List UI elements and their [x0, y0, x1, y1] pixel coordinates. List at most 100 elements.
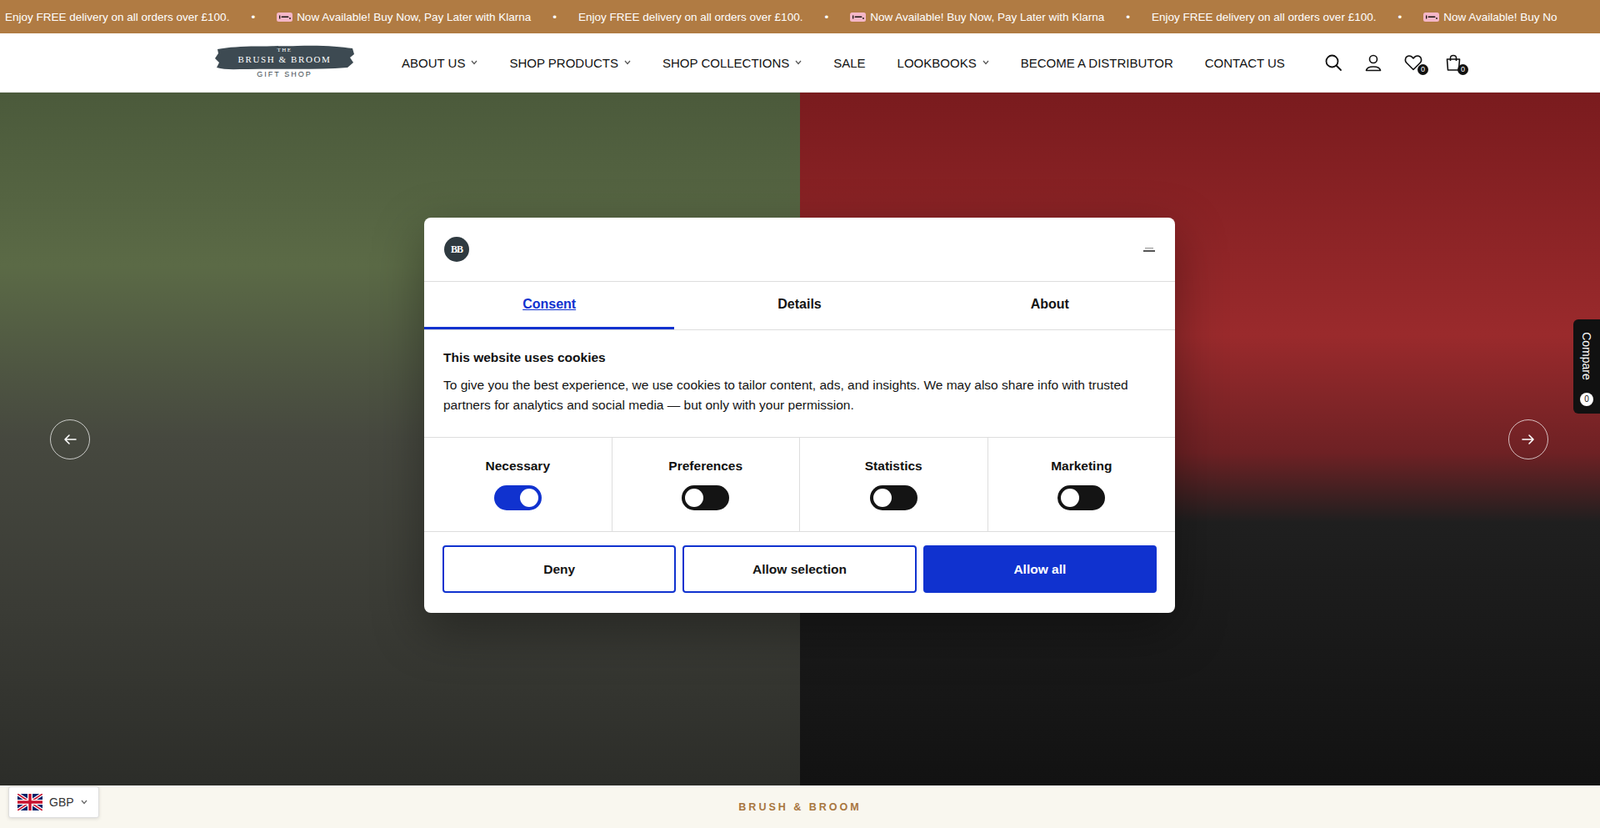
- announcement-text: Now Available! Buy Now, Pay Later with K…: [870, 10, 1105, 24]
- nav-label: SALE: [833, 55, 865, 70]
- compare-label: Compare: [1580, 331, 1594, 380]
- logo-top-text: THE: [276, 46, 292, 54]
- announcement-text: Enjoy FREE delivery on all orders over £…: [578, 10, 803, 24]
- compare-count: 0: [1580, 392, 1594, 406]
- previous-slide-button[interactable]: [50, 419, 90, 460]
- dialog-header: BB: [424, 217, 1175, 282]
- nav-item[interactable]: SHOP PRODUCTS: [509, 55, 631, 70]
- announcement-item[interactable]: Enjoy FREE delivery on all orders over £…: [578, 10, 803, 24]
- category-label: Marketing: [1050, 458, 1112, 474]
- separator-dot: •: [250, 10, 255, 24]
- cookie-category: Statistics: [800, 437, 989, 531]
- wishlist-count: 0: [1417, 64, 1429, 75]
- klarna-badge-icon: [276, 12, 293, 22]
- tab-label: Details: [777, 296, 821, 312]
- site-logo[interactable]: THEBRUSH & BROOM GIFT SHOP: [214, 42, 355, 83]
- currency-selector[interactable]: GBP: [8, 785, 100, 818]
- klarna-badge-icon: [850, 12, 866, 22]
- uk-flag-icon: [17, 793, 43, 810]
- brand-logo: BB: [444, 236, 470, 262]
- button-label: Deny: [543, 561, 575, 577]
- consent-button[interactable]: Allow all: [923, 545, 1157, 593]
- cookie-category: Necessary: [424, 437, 613, 531]
- chevron-down-icon: [624, 60, 631, 65]
- dialog-title: This website uses cookies: [443, 350, 1156, 365]
- dialog-tab[interactable]: About: [925, 281, 1175, 330]
- announcement-text: Now Available! Buy Now, Pay Later with K…: [296, 10, 531, 24]
- category-toggle[interactable]: [494, 485, 542, 510]
- consent-button[interactable]: Allow selection: [682, 545, 916, 593]
- cart-count: 0: [1457, 64, 1469, 75]
- chevron-down-icon: [982, 60, 990, 65]
- cookie-consent-dialog: BB Consent Details About This website uses c…: [424, 217, 1175, 613]
- category-toggle[interactable]: [1057, 485, 1105, 510]
- brand-strip-label: BRUSH & BROOM: [738, 800, 861, 813]
- cart-button[interactable]: 0: [1443, 52, 1464, 73]
- chevron-down-icon: [80, 799, 88, 805]
- category-toggle[interactable]: [681, 485, 730, 510]
- separator-dot: •: [552, 10, 557, 24]
- chevron-down-icon: [795, 60, 802, 65]
- announcement-text: Now Available! Buy No: [1443, 10, 1557, 24]
- account-button[interactable]: [1363, 52, 1384, 73]
- button-label: Allow selection: [752, 561, 847, 577]
- category-toggle[interactable]: [870, 485, 918, 510]
- nav-label: BECOME A DISTRIBUTOR: [1020, 55, 1174, 70]
- announcement-item[interactable]: Now Available! Buy Now, Pay Later with K…: [850, 10, 1105, 24]
- compare-tab[interactable]: Compare 0: [1573, 319, 1600, 414]
- tab-label: Consent: [522, 296, 576, 312]
- category-label: Statistics: [865, 458, 923, 474]
- nav-item[interactable]: LOOKBOOKS: [897, 55, 990, 70]
- tab-label: About: [1030, 296, 1070, 312]
- main-nav: ABOUT US SHOP PRODUCTS SHOP COLLECTIONS SAL…: [401, 55, 1285, 70]
- nav-label: ABOUT US: [401, 55, 465, 70]
- toggle-knob: [685, 488, 704, 507]
- nav-item[interactable]: BECOME A DISTRIBUTOR: [1020, 55, 1174, 70]
- dialog-tabs: Consent Details About: [424, 281, 1175, 330]
- dialog-tab[interactable]: Consent: [424, 281, 675, 330]
- consent-button[interactable]: Deny: [442, 545, 676, 593]
- chevron-down-icon: [470, 60, 478, 65]
- toggle-knob: [873, 488, 892, 507]
- brand-strip: BRUSH & BROOM: [0, 785, 1600, 828]
- header-icons: 00: [1323, 52, 1464, 73]
- separator-dot: •: [824, 10, 829, 24]
- announcement-item[interactable]: Now Available! Buy Now, Pay Later with K…: [276, 10, 531, 24]
- announcement-text: Enjoy FREE delivery on all orders over £…: [1151, 10, 1376, 24]
- nav-label: SHOP COLLECTIONS: [662, 55, 790, 70]
- nav-item[interactable]: SHOP COLLECTIONS: [662, 55, 802, 70]
- klarna-badge-icon: [1423, 12, 1440, 22]
- nav-item[interactable]: SALE: [833, 55, 865, 70]
- currency-code: GBP: [49, 795, 75, 809]
- button-label: Allow all: [1013, 561, 1066, 577]
- cookie-category: Preferences: [612, 437, 801, 531]
- dialog-body: This website uses cookies To give you the…: [424, 330, 1175, 437]
- toggle-knob: [1060, 488, 1080, 507]
- arrow-left-icon: [62, 431, 78, 447]
- separator-dot: •: [1397, 10, 1402, 24]
- nav-item[interactable]: ABOUT US: [401, 55, 478, 70]
- compare-label-box: Compare: [1573, 324, 1600, 388]
- nav-item[interactable]: CONTACT US: [1205, 55, 1285, 70]
- next-slide-button[interactable]: [1508, 419, 1549, 460]
- search-button[interactable]: [1323, 52, 1344, 73]
- wishlist-button[interactable]: 0: [1403, 52, 1424, 73]
- dialog-tab[interactable]: Details: [674, 281, 925, 330]
- cookie-categories: Necessary Preferences Statistics Marketing: [424, 436, 1175, 532]
- cookiebot-logo-icon: [1143, 247, 1155, 252]
- nav-label: CONTACT US: [1205, 55, 1285, 70]
- dialog-text: To give you the best experience, we use …: [443, 375, 1156, 415]
- nav-label: LOOKBOOKS: [897, 55, 977, 70]
- toggle-knob: [520, 488, 539, 507]
- announcement-bar: Enjoy FREE delivery on all orders over £…: [0, 0, 1600, 34]
- user-icon: [1363, 52, 1384, 73]
- nav-label: SHOP PRODUCTS: [509, 55, 619, 70]
- logo-main-text: BRUSH & BROOM: [238, 53, 332, 65]
- site-header: THEBRUSH & BROOM GIFT SHOP ABOUT US SHOP PR…: [0, 33, 1600, 93]
- announcement-item[interactable]: Enjoy FREE delivery on all orders over £…: [5, 10, 230, 24]
- dialog-buttons: Deny Allow selection Allow all: [424, 531, 1175, 613]
- logo-sub-text: GIFT SHOP: [256, 70, 312, 79]
- announcement-item[interactable]: Enjoy FREE delivery on all orders over £…: [1151, 10, 1376, 24]
- category-label: Necessary: [485, 458, 550, 474]
- announcement-item[interactable]: Now Available! Buy No: [1423, 10, 1557, 24]
